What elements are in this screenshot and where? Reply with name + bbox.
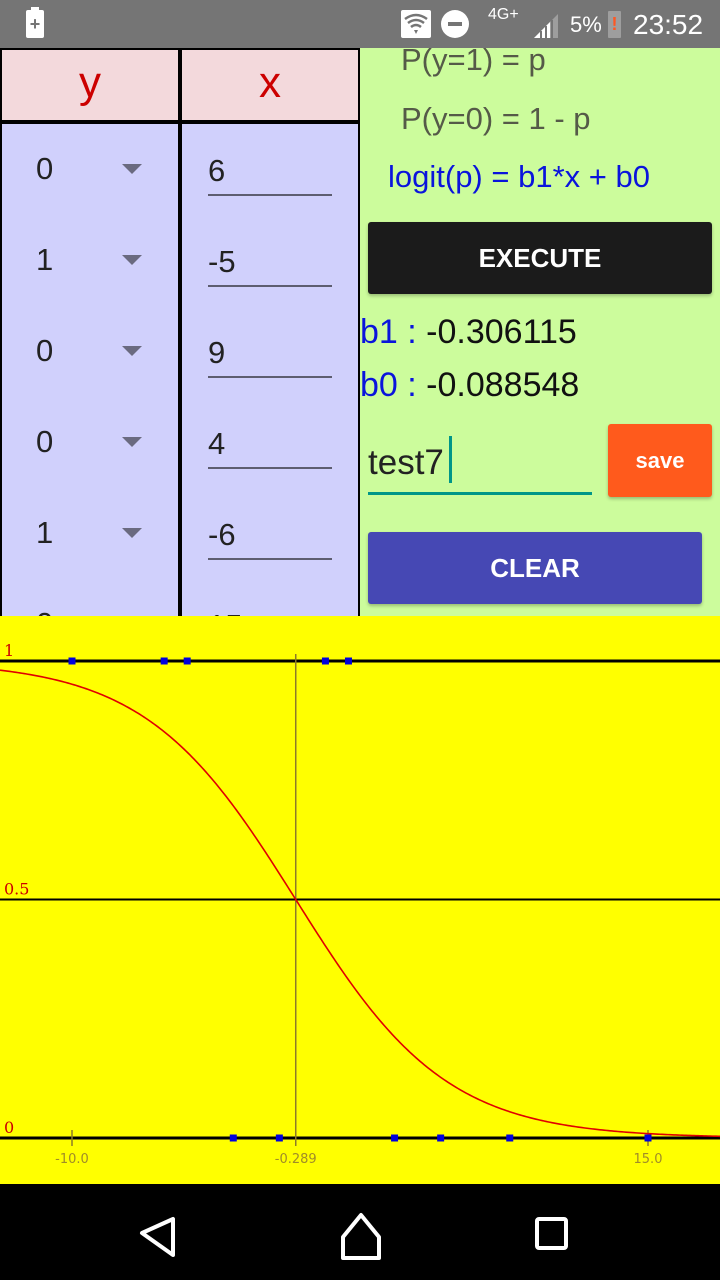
y-row[interactable]: 0 <box>2 306 178 397</box>
b0-label: b0 : <box>360 366 417 404</box>
y-spinner-value[interactable]: 0 <box>36 424 53 460</box>
dropdown-caret-icon[interactable] <box>122 346 142 356</box>
clear-button[interactable]: CLEAR <box>368 532 702 604</box>
save-name-input[interactable] <box>368 433 592 495</box>
execute-button[interactable]: EXECUTE <box>368 222 712 294</box>
data-point <box>68 657 76 665</box>
chart-canvas: 0 0.5 1 -10.0 -0.289 15.0 <box>0 641 720 1167</box>
x-value-input[interactable] <box>208 601 332 616</box>
recents-icon[interactable] <box>522 1204 582 1264</box>
y-column-header: y <box>2 50 178 120</box>
network-type: 4G+ <box>488 6 519 23</box>
clock: 23:52 <box>633 9 704 40</box>
data-point <box>183 657 191 665</box>
do-not-disturb-icon <box>441 10 469 38</box>
x-value-input[interactable] <box>208 328 332 378</box>
formula-p1: P(y=1) = p <box>401 48 546 77</box>
logistic-curve <box>0 669 720 1138</box>
y-tick-label: 1 <box>4 641 14 660</box>
data-point <box>229 1134 237 1142</box>
data-point <box>437 1134 445 1142</box>
x-column: x <box>182 48 358 616</box>
y-spinner-value[interactable]: 1 <box>36 515 53 551</box>
save-button[interactable]: save <box>608 424 712 497</box>
x-row <box>182 397 358 488</box>
formula-p0: P(y=0) = 1 - p <box>401 101 591 136</box>
logistic-chart: 0 0.5 1 -10.0 -0.289 15.0 <box>0 616 720 1184</box>
dropdown-caret-icon[interactable] <box>122 255 142 265</box>
x-column-body <box>182 124 358 616</box>
data-table: y 0 1 0 0 1 0 x <box>0 48 360 616</box>
x-row <box>182 488 358 579</box>
wifi-icon <box>401 10 431 38</box>
signal-icon <box>534 14 558 38</box>
x-row <box>182 215 358 306</box>
b0-value: -0.088548 <box>426 366 580 404</box>
y-tick-label: 0.5 <box>4 880 29 899</box>
y-column: y 0 1 0 0 1 0 <box>2 48 178 616</box>
b0-result: b0 : -0.088548 <box>360 366 579 405</box>
data-point <box>644 1134 652 1142</box>
x-value-input[interactable] <box>208 510 332 560</box>
x-row <box>182 124 358 215</box>
x-column-header: x <box>182 50 358 120</box>
data-point <box>275 1134 283 1142</box>
b1-value: -0.306115 <box>426 313 577 351</box>
formula-logit: logit(p) = b1*x + b0 <box>388 159 650 194</box>
battery-saver-icon: + <box>26 7 44 38</box>
x-tick-label: 15.0 <box>634 1152 663 1167</box>
navigation-bar <box>0 1184 720 1280</box>
battery-low-icon: ! <box>608 11 621 38</box>
y-tick-label: 0 <box>4 1118 14 1137</box>
battery-percent: 5% <box>570 12 602 37</box>
dropdown-caret-icon[interactable] <box>122 528 142 538</box>
model-panel: P(y=1) = p P(y=0) = 1 - p logit(p) = b1*… <box>360 48 720 616</box>
data-point <box>391 1134 399 1142</box>
data-point <box>344 657 352 665</box>
data-point <box>160 657 168 665</box>
data-point <box>321 657 329 665</box>
x-row <box>182 579 358 616</box>
x-tick-label: -0.289 <box>275 1152 317 1167</box>
home-icon[interactable] <box>331 1204 391 1264</box>
x-row <box>182 306 358 397</box>
x-tick-label: -10.0 <box>55 1152 89 1167</box>
y-spinner-value[interactable]: 1 <box>36 242 53 278</box>
x-value-input[interactable] <box>208 146 332 196</box>
y-spinner-value[interactable]: 0 <box>36 333 53 369</box>
back-icon[interactable] <box>131 1204 191 1264</box>
y-spinner-value[interactable]: 0 <box>36 151 53 187</box>
y-row[interactable]: 1 <box>2 215 178 306</box>
b1-result: b1 : -0.306115 <box>360 313 577 352</box>
dropdown-caret-icon[interactable] <box>122 437 142 447</box>
x-value-input[interactable] <box>208 419 332 469</box>
y-row[interactable]: 0 <box>2 124 178 215</box>
b1-label: b1 : <box>360 313 417 351</box>
y-column-body: 0 1 0 0 1 0 <box>2 124 178 616</box>
x-value-input[interactable] <box>208 237 332 287</box>
y-row[interactable]: 0 <box>2 397 178 488</box>
dropdown-caret-icon[interactable] <box>122 164 142 174</box>
data-point <box>506 1134 514 1142</box>
status-bar: + 4G+ 5% ! 23:52 <box>0 0 720 48</box>
y-row[interactable]: 0 <box>2 579 178 616</box>
text-cursor <box>449 436 452 483</box>
y-row[interactable]: 1 <box>2 488 178 579</box>
y-spinner-value[interactable]: 0 <box>36 606 53 616</box>
